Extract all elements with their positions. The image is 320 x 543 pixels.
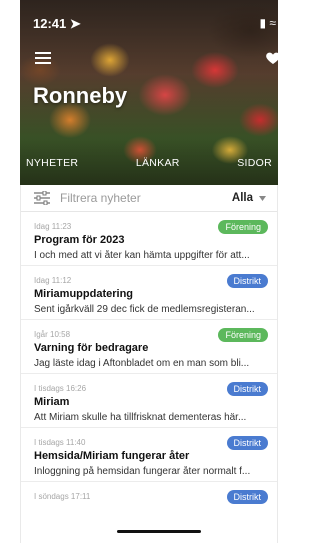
category-badge: Distrikt (226, 490, 268, 504)
news-item[interactable]: Idag 11:12 Distrikt Miriamuppdatering Se… (20, 266, 278, 320)
news-title: Program för 2023 (34, 234, 125, 246)
news-time: Idag 11:12 (34, 276, 72, 285)
news-title: Miriam (34, 396, 70, 408)
news-title: Miriamuppdatering (34, 288, 134, 300)
hamburger-menu-icon[interactable] (35, 52, 51, 64)
page-title: Ronneby (33, 83, 128, 108)
news-time: Igår 10:58 (34, 330, 71, 339)
news-time: Idag 11:23 (34, 222, 72, 231)
news-title: Hemsida/Miriam fungerar åter (34, 450, 190, 462)
category-badge: Förening (218, 328, 268, 342)
category-badge: Distrikt (226, 436, 268, 450)
news-item[interactable]: I tisdags 16:26 Distrikt Miriam Att Miri… (20, 374, 278, 428)
news-time: I tisdags 11:40 (34, 438, 86, 447)
news-item[interactable]: I söndags 17:11 Distrikt (20, 482, 278, 536)
status-icons: ▮ ≈ (259, 16, 276, 30)
home-indicator[interactable] (117, 530, 201, 533)
tab-sidor[interactable]: SIDOR (231, 153, 278, 183)
tab-nyheter[interactable]: NYHETER (20, 153, 85, 190)
tab-bar: NYHETER LÄNKAR SIDOR (20, 153, 278, 190)
category-badge: Distrikt (226, 382, 268, 396)
chevron-down-icon (259, 195, 266, 201)
news-time: I söndags 17:11 (34, 492, 91, 501)
app-screen: 12:41 ➤ ▮ ≈ Ronneby NYHETER LÄNKAR SIDOR… (0, 0, 298, 543)
news-snippet: Jag läste idag i Aftonbladet om en man s… (34, 358, 250, 369)
news-list: Idag 11:23 Förening Program för 2023 I o… (20, 212, 278, 536)
news-item[interactable]: Idag 11:23 Förening Program för 2023 I o… (20, 212, 278, 266)
news-title: Varning för bedragare (34, 342, 149, 354)
news-snippet: Sent igårkväll 29 dec fick de medlemsreg… (34, 304, 255, 315)
tab-lankar[interactable]: LÄNKAR (130, 153, 186, 183)
category-badge: Förening (218, 220, 268, 234)
status-time: 12:41 ➤ (33, 16, 81, 32)
news-item[interactable]: I tisdags 11:40 Distrikt Hemsida/Miriam … (20, 428, 278, 482)
heart-icon[interactable] (265, 50, 281, 66)
news-snippet: I och med att vi åter kan hämta uppgifte… (34, 250, 250, 261)
location-arrow-icon: ➤ (69, 16, 81, 31)
news-snippet: Inloggning på hemsidan fungerar åter nor… (34, 466, 251, 477)
news-snippet: Att Miriam skulle ha tillfrisknat dement… (34, 412, 247, 423)
category-dropdown[interactable]: Alla (232, 192, 266, 204)
sliders-icon[interactable] (34, 191, 50, 205)
filter-bar: Filtrera nyheter Alla (20, 185, 278, 212)
news-item[interactable]: Igår 10:58 Förening Varning för bedragar… (20, 320, 278, 374)
news-time: I tisdags 16:26 (34, 384, 87, 393)
category-dropdown-value: Alla (231, 192, 253, 204)
clock-text: 12:41 (33, 16, 67, 31)
filter-input[interactable]: Filtrera nyheter (60, 191, 232, 205)
category-badge: Distrikt (226, 274, 268, 288)
